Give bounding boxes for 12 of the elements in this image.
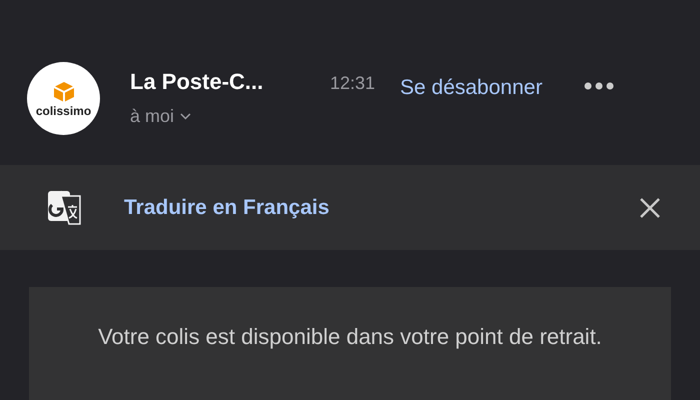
chevron-down-icon xyxy=(180,113,192,120)
more-icon[interactable] xyxy=(584,82,614,90)
time-label: 12:31 xyxy=(330,72,376,95)
close-icon[interactable] xyxy=(639,196,661,218)
brand-name: colissimo xyxy=(36,104,92,116)
box-icon xyxy=(52,80,74,102)
translate-icon xyxy=(47,190,83,226)
translate-link[interactable]: Traduire en Français xyxy=(124,192,330,224)
recipient-dropdown[interactable]: à moi xyxy=(130,103,315,130)
sender-name: La Poste-C... xyxy=(130,68,264,96)
message-text: Votre colis est disponible dans votre point de retrait. xyxy=(97,323,603,351)
unsubscribe-link[interactable]: Se désabonner xyxy=(400,72,542,104)
